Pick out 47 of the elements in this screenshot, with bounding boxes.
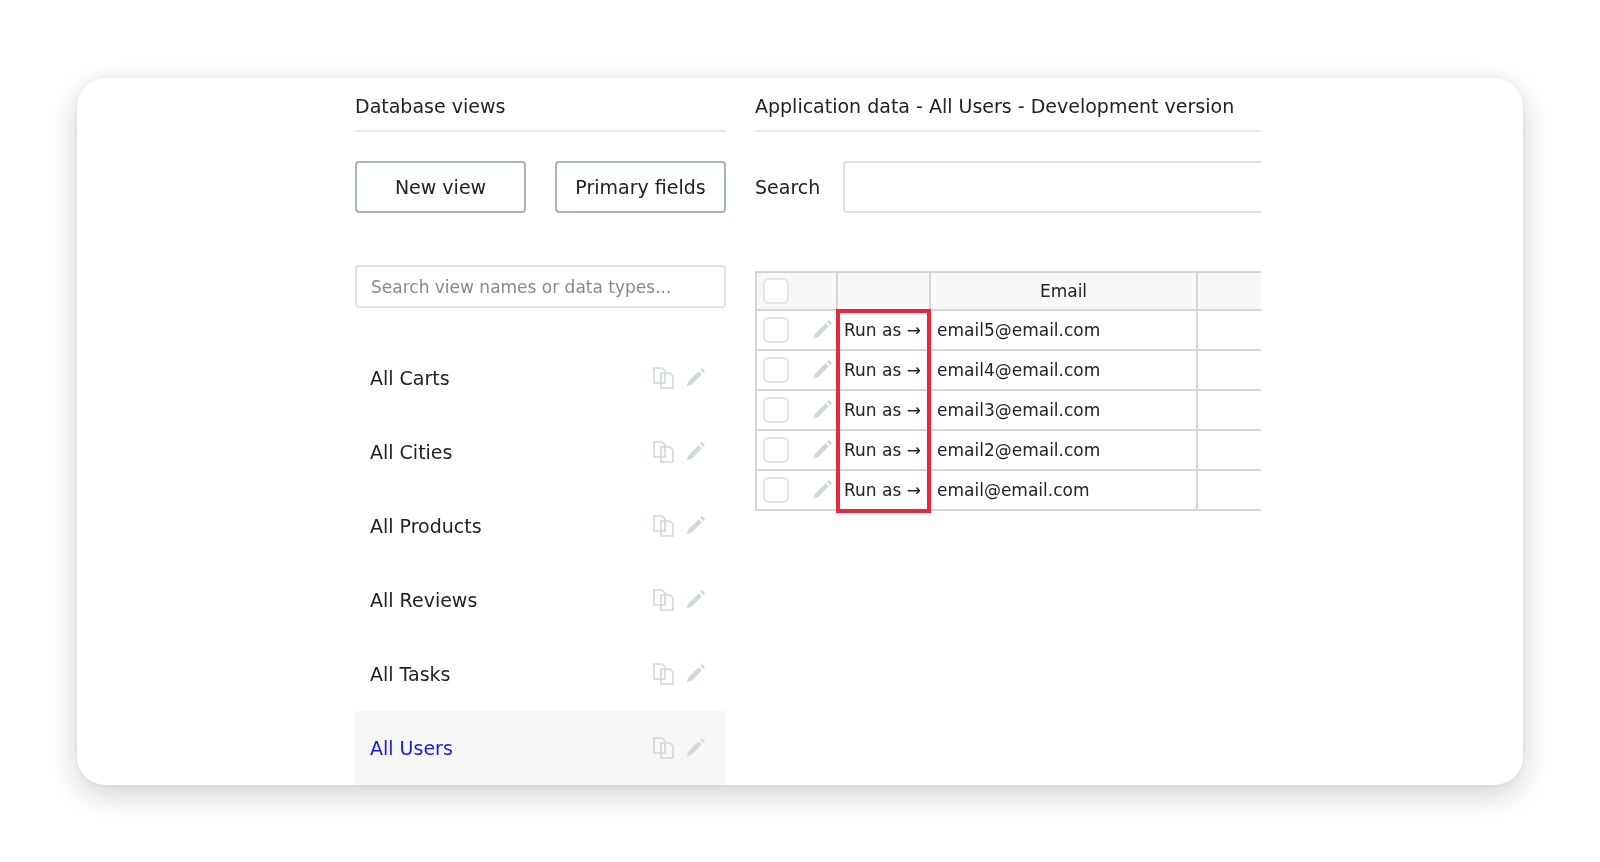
copy-icon[interactable] [652, 514, 676, 538]
pencil-icon[interactable] [684, 515, 706, 537]
view-item[interactable]: All Cities [355, 415, 726, 489]
checkbox[interactable] [763, 477, 789, 503]
copy-icon[interactable] [652, 440, 676, 464]
checkbox[interactable] [763, 397, 789, 423]
table-cell: email@email.com [931, 471, 1198, 511]
table-cell: email4@email.com [931, 351, 1198, 391]
header-cell: Email [931, 273, 1198, 311]
pencil-icon[interactable] [811, 359, 833, 381]
pencil-icon[interactable] [811, 399, 833, 421]
view-item[interactable]: All Reviews [355, 563, 726, 637]
run-as-link[interactable]: Run as → [838, 351, 931, 391]
pencil-icon[interactable] [811, 319, 833, 341]
checkbox[interactable] [763, 437, 789, 463]
pencil-icon[interactable] [684, 589, 706, 611]
panel-title: Database views [355, 92, 726, 132]
search-label: Search [755, 176, 822, 198]
pencil-icon[interactable] [684, 663, 706, 685]
run-as-link[interactable]: Run as → [838, 431, 931, 471]
table-cell: email2@email.com [931, 431, 1198, 471]
view-item[interactable]: All Products [355, 489, 726, 563]
copy-icon[interactable] [652, 588, 676, 612]
table-cell: email3@email.com [931, 391, 1198, 431]
run-as-link[interactable]: Run as → [838, 391, 931, 431]
toolbar-button[interactable]: Primary fields [555, 161, 726, 213]
view-item[interactable]: All Users [355, 711, 726, 785]
search-field[interactable]: Search view names or data types... [355, 265, 726, 308]
search-field[interactable] [843, 161, 1261, 213]
pencil-icon[interactable] [811, 439, 833, 461]
pencil-icon[interactable] [811, 479, 833, 501]
panel-title: Application data - All Users - Development version [755, 92, 1261, 132]
copy-icon[interactable] [652, 366, 676, 390]
view-item[interactable]: All Tasks [355, 637, 726, 711]
table-cell: email5@email.com [931, 311, 1198, 351]
run-as-link[interactable]: Run as → [838, 471, 931, 511]
copy-icon[interactable] [652, 662, 676, 686]
checkbox[interactable] [763, 357, 789, 383]
run-as-link[interactable]: Run as → [838, 311, 931, 351]
toolbar-button[interactable]: New view [355, 161, 526, 213]
copy-icon[interactable] [652, 736, 676, 760]
pencil-icon[interactable] [684, 737, 706, 759]
checkbox[interactable] [763, 278, 789, 304]
pencil-icon[interactable] [684, 441, 706, 463]
pencil-icon[interactable] [684, 367, 706, 389]
view-item[interactable]: All Carts [355, 341, 726, 415]
checkbox[interactable] [763, 317, 789, 343]
